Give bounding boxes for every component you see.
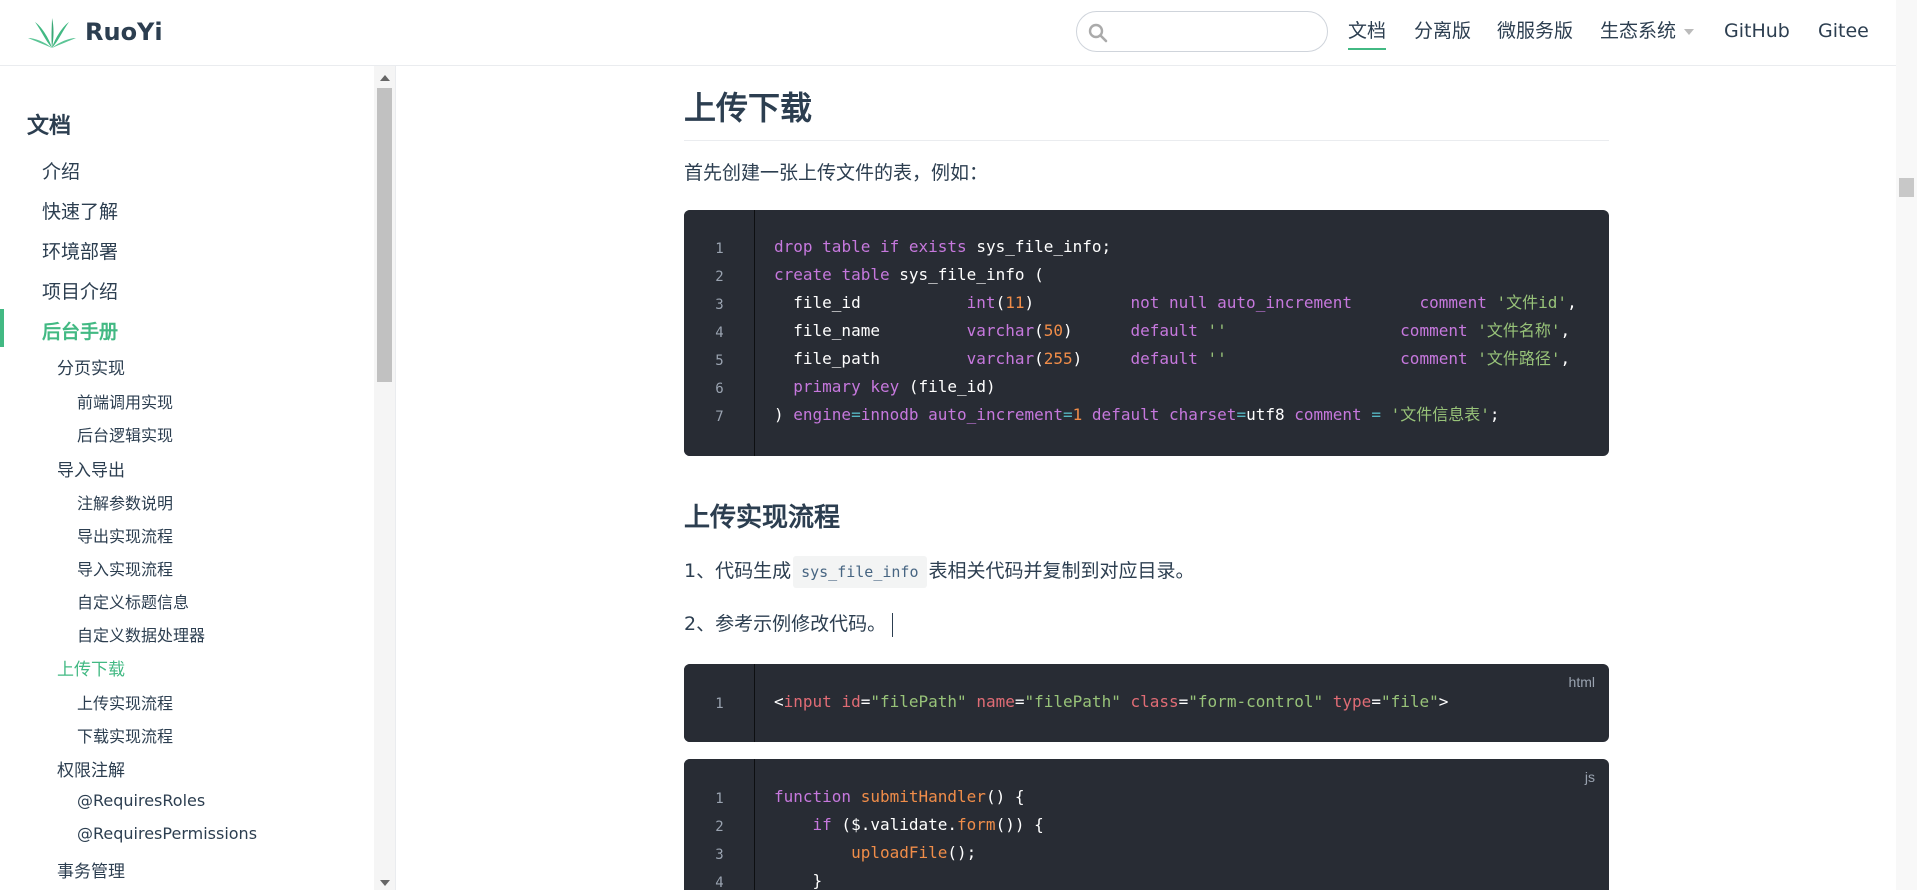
sidebar-item-requires-roles[interactable]: @RequiresRoles	[77, 791, 205, 810]
line-number: 3	[715, 297, 724, 313]
js-code-block: js 1 2 3 4 function submitHandler() { if…	[684, 759, 1609, 890]
search-icon	[1088, 23, 1108, 43]
top-navbar: RuoYi 文档 分离版 微服务版 生态系统 GitHub Gitee	[0, 0, 1896, 66]
scroll-up-arrow-icon[interactable]	[380, 75, 390, 81]
nav-link-microservice-version[interactable]: 微服务版	[1497, 18, 1573, 44]
html-code-block: html 1 <input id="filePath" name="filePa…	[684, 664, 1609, 742]
main-content: 上传下载 首先创建一张上传文件的表，例如： 1 2 3 4 5 6 7 drop…	[397, 66, 1896, 890]
sidebar-item-requires-permissions[interactable]: @RequiresPermissions	[77, 824, 257, 843]
sidebar-item-frontend-call[interactable]: 前端调用实现	[77, 389, 173, 413]
code-language-label: js	[1584, 769, 1595, 785]
nav-link-ecosystem[interactable]: 生态系统	[1600, 18, 1676, 44]
step-one-text-after: 表相关代码并复制到对应目录。	[928, 560, 1195, 582]
code-line: }	[774, 871, 823, 890]
code-line: file_name varchar(50) default '' comment…	[774, 321, 1571, 340]
sidebar-item-backend-logic[interactable]: 后台逻辑实现	[77, 422, 173, 446]
step-one-text: 1、代码生成	[684, 560, 792, 582]
site-name[interactable]: RuoYi	[85, 17, 163, 47]
line-number: 1	[715, 241, 724, 257]
nav-link-separated-version[interactable]: 分离版	[1414, 18, 1471, 44]
line-number: 7	[715, 409, 724, 425]
ruoyi-logo-icon[interactable]	[27, 16, 77, 50]
sidebar-item-annotation-params[interactable]: 注解参数说明	[77, 490, 173, 514]
sidebar: 文档 介绍 快速了解 环境部署 项目介绍 后台手册 分页实现 前端调用实现 后台…	[0, 66, 396, 890]
sidebar-title: 文档	[27, 114, 72, 139]
code-line: function submitHandler() {	[774, 787, 1025, 806]
scroll-down-arrow-icon[interactable]	[380, 880, 390, 886]
section-heading: 上传实现流程	[684, 503, 841, 533]
line-number: 2	[715, 819, 724, 835]
sidebar-item-import-flow[interactable]: 导入实现流程	[77, 556, 173, 580]
code-line: primary key (file_id)	[793, 377, 996, 396]
code-line: ) engine=innodb auto_increment=1 default…	[774, 405, 1500, 424]
sidebar-scrollbar[interactable]	[374, 66, 395, 890]
line-number: 2	[715, 269, 724, 285]
chevron-down-icon[interactable]	[1684, 29, 1694, 35]
step-one: 1、代码生成 sys_file_info 表相关代码并复制到对应目录。	[684, 556, 1195, 588]
search-input[interactable]	[1117, 18, 1317, 46]
sidebar-active-indicator	[0, 309, 4, 347]
sidebar-item-quick-start[interactable]: 快速了解	[42, 197, 118, 224]
line-number: 1	[715, 696, 724, 712]
sidebar-item-backend-manual[interactable]: 后台手册	[42, 317, 118, 344]
code-line: create table sys_file_info (	[774, 265, 1044, 284]
sidebar-item-export-flow[interactable]: 导出实现流程	[77, 523, 173, 547]
code-line: file_path varchar(255) default '' commen…	[774, 349, 1571, 368]
code-line: drop table if exists sys_file_info;	[774, 237, 1112, 256]
nav-link-gitee[interactable]: Gitee	[1818, 18, 1869, 44]
nav-link-github[interactable]: GitHub	[1724, 18, 1790, 44]
sidebar-item-custom-title[interactable]: 自定义标题信息	[77, 589, 189, 613]
code-line: uploadFile();	[851, 843, 977, 862]
text-cursor	[892, 612, 894, 637]
line-number: 5	[715, 353, 724, 369]
line-numbers: 1 2 3 4 5 6 7	[684, 210, 755, 456]
sql-code-block: 1 2 3 4 5 6 7 drop table if exists sys_f…	[684, 210, 1609, 456]
nav-link-docs[interactable]: 文档	[1348, 18, 1387, 50]
step-two-text: 2、参考示例修改代码。	[684, 613, 887, 635]
step-two: 2、参考示例修改代码。	[684, 610, 894, 638]
intro-paragraph: 首先创建一张上传文件的表，例如：	[684, 162, 989, 184]
page-scrollbar-thumb[interactable]	[1899, 178, 1914, 197]
line-number: 3	[715, 847, 724, 863]
line-number: 1	[715, 791, 724, 807]
sidebar-item-custom-handler[interactable]: 自定义数据处理器	[77, 622, 205, 646]
sidebar-scrollbar-thumb[interactable]	[377, 88, 392, 382]
sidebar-item-import-export[interactable]: 导入导出	[57, 456, 125, 481]
line-number: 4	[715, 875, 724, 890]
code-line: <input id="filePath" name="filePath" cla…	[774, 692, 1449, 711]
inline-code: sys_file_info	[793, 556, 927, 588]
line-number: 4	[715, 325, 724, 341]
sidebar-item-intro[interactable]: 介绍	[42, 157, 80, 184]
search-box[interactable]	[1076, 11, 1328, 52]
page-heading: 上传下载	[684, 86, 1609, 141]
sidebar-item-pagination[interactable]: 分页实现	[57, 354, 125, 379]
sidebar-item-transaction[interactable]: 事务管理	[57, 857, 125, 882]
sidebar-item-permission-annotation[interactable]: 权限注解	[57, 756, 125, 781]
code-line: if ($.validate.form()) {	[812, 815, 1044, 834]
sidebar-item-deploy[interactable]: 环境部署	[42, 237, 118, 264]
line-numbers: 1 2 3 4	[684, 759, 755, 890]
code-line: file_id int(11) not null auto_increment …	[774, 293, 1577, 312]
sidebar-item-upload-flow[interactable]: 上传实现流程	[77, 690, 173, 714]
line-numbers: 1	[684, 664, 755, 742]
sidebar-item-upload-download[interactable]: 上传下载	[57, 655, 125, 680]
sidebar-item-download-flow[interactable]: 下载实现流程	[77, 723, 173, 747]
page-scrollbar[interactable]	[1896, 0, 1917, 890]
line-number: 6	[715, 381, 724, 397]
code-language-label: html	[1568, 674, 1595, 690]
sidebar-item-project-intro[interactable]: 项目介绍	[42, 277, 118, 304]
